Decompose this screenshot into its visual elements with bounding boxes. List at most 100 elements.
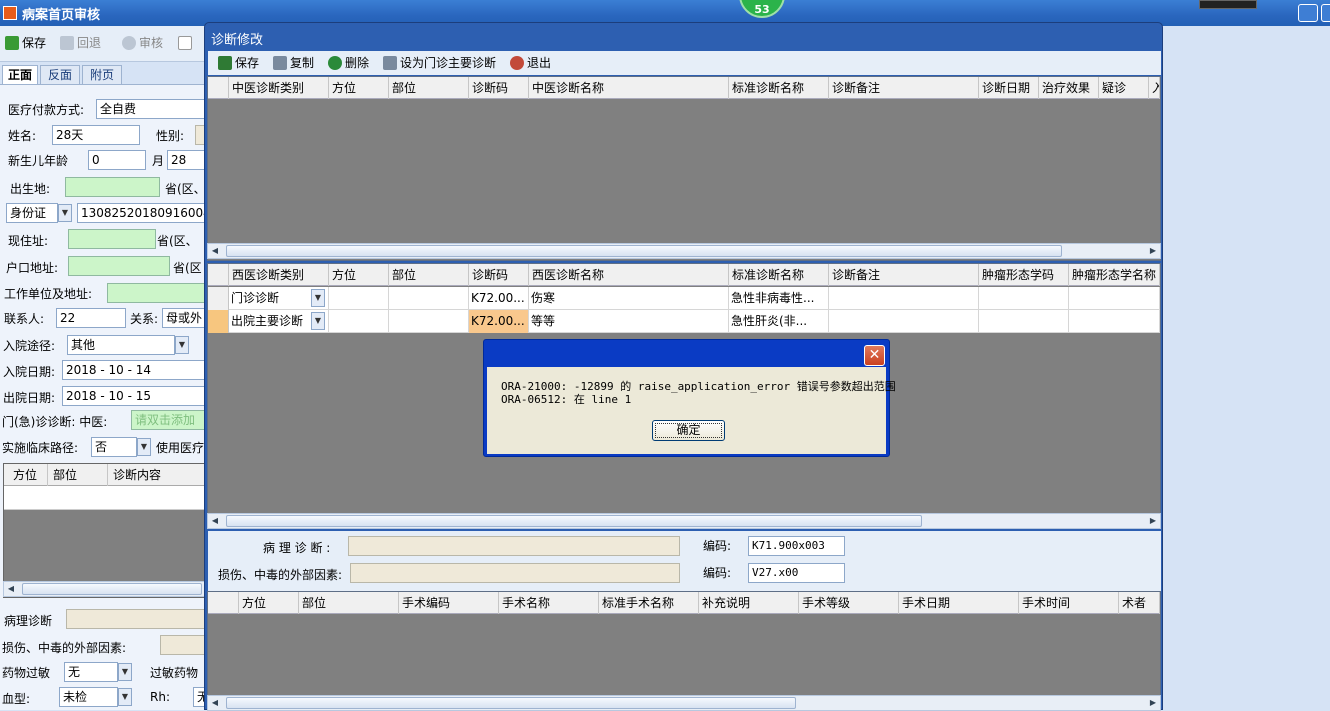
chevron-down-icon[interactable]: ▼ xyxy=(118,688,132,706)
column-header: 手术编码 xyxy=(399,592,499,614)
note-cell[interactable] xyxy=(829,287,979,310)
tab-appendix[interactable]: 附页 xyxy=(82,65,122,85)
morphology-code-cell[interactable] xyxy=(979,310,1069,333)
exit-button[interactable]: 退出 xyxy=(510,54,551,72)
pathology-code-field[interactable]: K71.900x003 xyxy=(748,536,845,556)
current-address-field[interactable] xyxy=(68,229,156,249)
clinical-path-label: 实施临床路径: xyxy=(2,441,79,455)
scroll-thumb[interactable] xyxy=(22,583,202,595)
tab-front[interactable]: 正面 xyxy=(2,65,38,85)
birthplace-suffix: 省(区、 xyxy=(165,182,206,196)
standard-name-cell[interactable]: 急性肝炎(非... xyxy=(729,310,829,333)
outpatient-diagnosis-label: 门(急)诊诊断: 中医: xyxy=(2,415,108,429)
position-cell[interactable] xyxy=(329,310,389,333)
add-button[interactable] xyxy=(178,34,192,52)
site-cell[interactable] xyxy=(389,287,469,310)
morphology-name-cell[interactable] xyxy=(1069,287,1160,310)
chevron-down-icon[interactable]: ▼ xyxy=(311,289,325,307)
contact-field[interactable]: 22 xyxy=(56,308,126,328)
chevron-down-icon[interactable]: ▼ xyxy=(118,663,132,681)
ok-button[interactable]: 确定 xyxy=(652,420,725,441)
column-header: 部位 xyxy=(50,464,108,486)
column-header: 部位 xyxy=(299,592,399,614)
payment-field[interactable]: 全自费 xyxy=(96,99,206,119)
scroll-left-icon[interactable]: ◀ xyxy=(208,696,222,710)
note-cell[interactable] xyxy=(829,310,979,333)
tab-back[interactable]: 反面 xyxy=(40,65,80,85)
scroll-right-icon[interactable]: ▶ xyxy=(1146,514,1160,528)
chevron-down-icon[interactable]: ▼ xyxy=(137,438,151,456)
allergy-select[interactable]: 无 xyxy=(64,662,118,682)
diagnosis-name-cell[interactable]: 等等 xyxy=(529,310,729,333)
column-header: 诊断日期 xyxy=(979,77,1039,99)
code-cell[interactable]: K72.00... xyxy=(469,310,529,333)
table-row[interactable]: 出院主要诊断 ▼ K72.00... 等等 急性肝炎(非... xyxy=(208,310,1160,333)
audit-button[interactable]: 审核 xyxy=(122,34,163,52)
discharge-date-field[interactable]: 2018 - 10 - 15 xyxy=(62,386,205,406)
id-type-select[interactable]: 身份证 xyxy=(6,203,58,223)
scroll-thumb[interactable] xyxy=(226,697,796,709)
error-message-line: ORA-06512: 在 line 1 xyxy=(501,393,632,406)
close-icon[interactable]: ✕ xyxy=(864,345,885,366)
month-field[interactable]: 28 xyxy=(167,150,205,170)
site-cell[interactable] xyxy=(389,310,469,333)
admission-route-select[interactable]: 其他 xyxy=(67,335,175,355)
chevron-down-icon[interactable]: ▼ xyxy=(58,204,72,222)
scroll-right-icon[interactable]: ▶ xyxy=(1146,244,1160,258)
code-cell[interactable]: K72.00... xyxy=(469,287,529,310)
scroll-left-icon[interactable]: ◀ xyxy=(208,514,222,528)
dialog-save-button[interactable]: 保存 xyxy=(218,54,259,72)
id-number-field[interactable]: 130825201809160041 xyxy=(77,203,205,223)
scroll-thumb[interactable] xyxy=(226,515,922,527)
morphology-name-cell[interactable] xyxy=(1069,310,1160,333)
pathology-label: 病 理 诊 断 : xyxy=(263,541,331,555)
mini-grid-scrollbar[interactable]: ◀ xyxy=(3,581,205,597)
standard-name-cell[interactable]: 急性非病毒性... xyxy=(729,287,829,310)
column-header: 诊断备注 xyxy=(829,77,979,99)
copy-button[interactable]: 复制 xyxy=(273,54,314,72)
relation-field[interactable]: 母或外 xyxy=(162,308,205,328)
message-body: ORA-21000: -12899 的 raise_application_er… xyxy=(487,367,896,454)
chevron-down-icon[interactable]: ▼ xyxy=(175,336,189,354)
newborn-age-field[interactable]: 0 xyxy=(88,150,146,170)
scroll-left-icon[interactable]: ◀ xyxy=(208,244,222,258)
morphology-code-cell[interactable] xyxy=(979,287,1069,310)
column-header: 手术等级 xyxy=(799,592,899,614)
category-cell[interactable]: 出院主要诊断 ▼ xyxy=(229,310,329,333)
column-header: 肿瘤形态学码 xyxy=(979,264,1069,286)
surgery-grid-scrollbar[interactable]: ◀ ▶ xyxy=(207,695,1161,711)
scroll-left-icon[interactable]: ◀ xyxy=(4,582,18,596)
outpatient-diagnosis-field[interactable]: 请双击添加 xyxy=(131,410,205,430)
hukou-label: 户口地址: xyxy=(6,261,59,275)
diagnosis-mini-grid: 方位 部位 诊断内容 xyxy=(3,463,206,598)
admission-date-field[interactable]: 2018 - 10 - 14 xyxy=(62,360,205,380)
position-cell[interactable] xyxy=(329,287,389,310)
blood-type-select[interactable]: 未检 xyxy=(59,687,118,707)
rollback-button[interactable]: 回退 xyxy=(60,34,101,52)
save-button[interactable]: 保存 xyxy=(5,34,46,52)
scroll-thumb[interactable] xyxy=(226,245,1062,257)
chevron-down-icon[interactable]: ▼ xyxy=(311,312,325,330)
pathology-field[interactable] xyxy=(348,536,680,556)
table-row[interactable] xyxy=(4,486,206,510)
birthplace-field[interactable] xyxy=(65,177,160,197)
work-field[interactable] xyxy=(107,283,205,303)
scroll-right-icon[interactable]: ▶ xyxy=(1146,696,1160,710)
row-header xyxy=(208,287,229,310)
set-main-diagnosis-button[interactable]: 设为门诊主要诊断 xyxy=(383,54,496,72)
delete-button[interactable]: 删除 xyxy=(328,54,369,72)
name-field[interactable]: 28天 xyxy=(52,125,140,145)
injury-code-field[interactable]: V27.x00 xyxy=(748,563,845,583)
wm-grid-scrollbar[interactable]: ◀ ▶ xyxy=(207,513,1161,529)
table-row[interactable]: 门诊诊断 ▼ K72.00... 伤寒 急性非病毒性... xyxy=(208,287,1160,310)
diagnosis-name-cell[interactable]: 伤寒 xyxy=(529,287,729,310)
tcm-grid-scrollbar[interactable]: ◀ ▶ xyxy=(207,243,1161,259)
pathology-field[interactable] xyxy=(66,609,205,629)
injury-field[interactable] xyxy=(350,563,680,583)
restore-button[interactable] xyxy=(1321,4,1330,22)
injury-field[interactable] xyxy=(160,635,205,655)
hukou-field[interactable] xyxy=(68,256,170,276)
minimize-button[interactable] xyxy=(1298,4,1318,22)
category-cell[interactable]: 门诊诊断 ▼ xyxy=(229,287,329,310)
clinical-path-select[interactable]: 否 xyxy=(91,437,137,457)
